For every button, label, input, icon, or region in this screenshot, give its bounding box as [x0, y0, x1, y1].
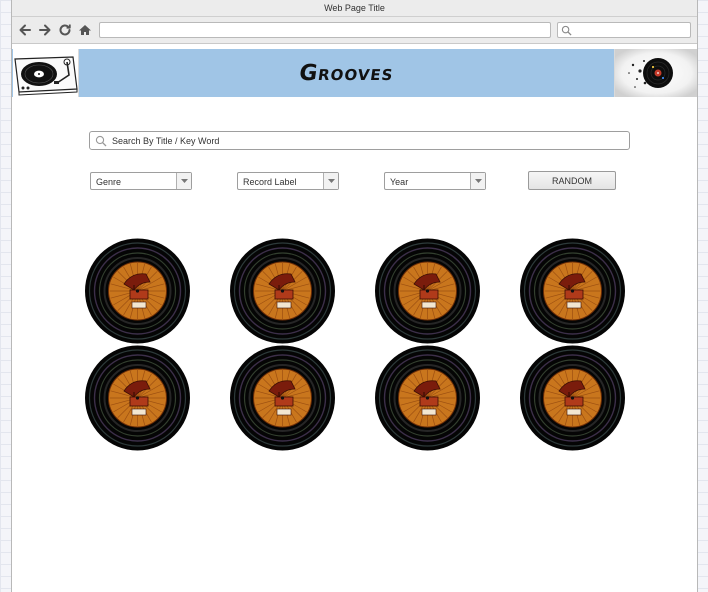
reload-icon[interactable]: [56, 21, 74, 39]
vinyl-record-gramophone-label-icon: [520, 345, 625, 451]
record-item[interactable]: [374, 345, 481, 451]
vinyl-record-gramophone-label-icon: [520, 238, 625, 344]
chevron-down-icon[interactable]: [470, 173, 485, 189]
site-title: Grooves: [297, 61, 396, 86]
chevron-down-icon[interactable]: [176, 173, 191, 189]
record-label-select[interactable]: Record Label: [237, 172, 339, 190]
browser-window: Web Page Title Grooves Search By Title /…: [11, 0, 698, 592]
browser-search-field[interactable]: [557, 22, 691, 38]
random-button[interactable]: RANDOM: [528, 171, 616, 190]
vinyl-record-gramophone-label-icon: [230, 238, 335, 344]
record-item[interactable]: [229, 238, 336, 344]
record-item[interactable]: [519, 238, 626, 344]
vinyl-record-gramophone-label-icon: [230, 345, 335, 451]
record-item[interactable]: [84, 238, 191, 344]
vinyl-record-splash-icon: [614, 49, 697, 97]
forward-arrow-icon[interactable]: [36, 21, 54, 39]
record-label-select-value: Record Label: [243, 177, 297, 187]
site-banner: Grooves: [12, 49, 697, 97]
year-select[interactable]: Year: [384, 172, 486, 190]
vinyl-record-gramophone-label-icon: [85, 238, 190, 344]
record-item[interactable]: [374, 238, 481, 344]
record-item[interactable]: [84, 345, 191, 451]
search-input[interactable]: [112, 133, 622, 148]
record-item[interactable]: [519, 345, 626, 451]
main-search-box[interactable]: [89, 131, 630, 150]
window-title: Web Page Title: [12, 0, 697, 17]
turntable-icon[interactable]: [13, 49, 79, 97]
home-icon[interactable]: [76, 21, 94, 39]
vinyl-record-gramophone-label-icon: [85, 345, 190, 451]
genre-select[interactable]: Genre: [90, 172, 192, 190]
record-item[interactable]: [229, 345, 336, 451]
browser-toolbar: [12, 17, 697, 44]
vinyl-record-gramophone-label-icon: [375, 238, 480, 344]
year-select-value: Year: [390, 177, 409, 187]
back-arrow-icon[interactable]: [16, 21, 34, 39]
vinyl-record-gramophone-label-icon: [375, 345, 480, 451]
search-icon: [95, 135, 107, 147]
chevron-down-icon[interactable]: [323, 173, 338, 189]
url-bar[interactable]: [99, 22, 551, 38]
genre-select-value: Genre: [96, 177, 122, 187]
search-icon: [561, 25, 572, 36]
